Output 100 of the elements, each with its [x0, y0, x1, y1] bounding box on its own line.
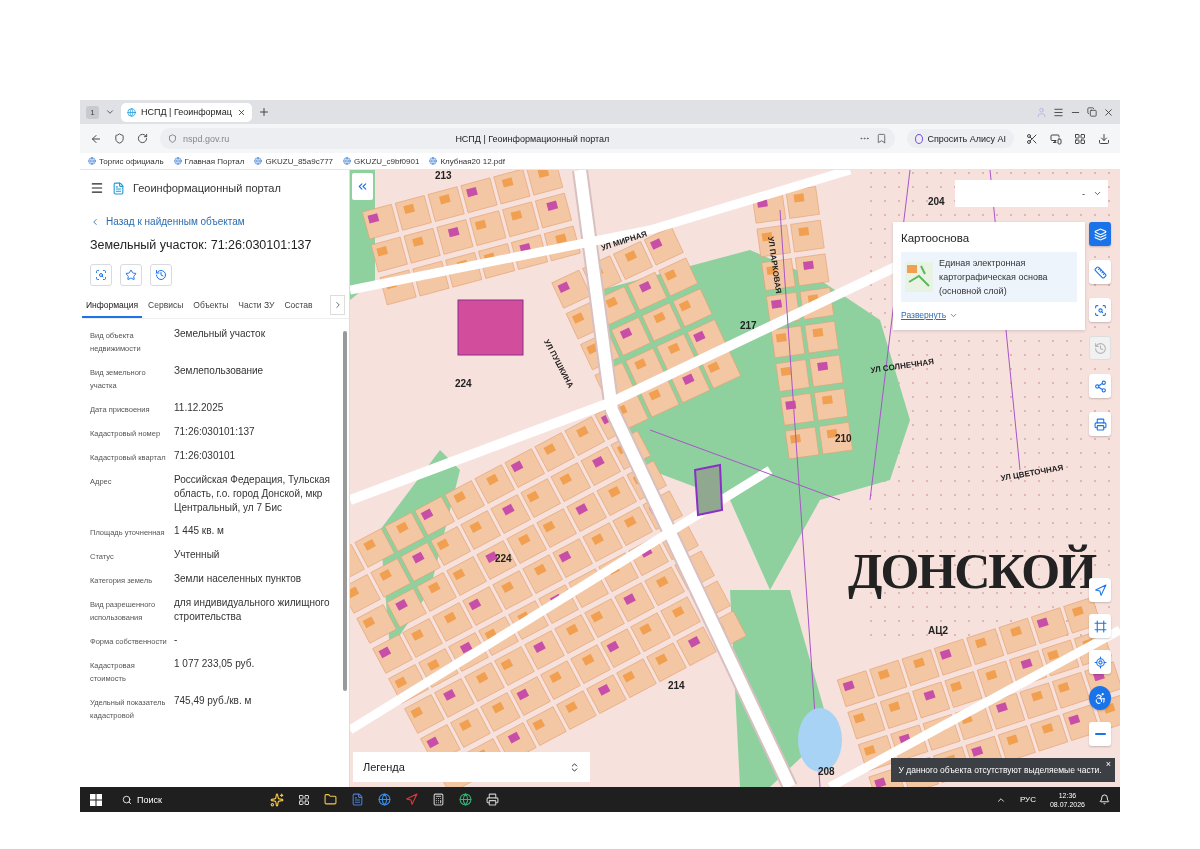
- new-tab-icon[interactable]: [257, 106, 270, 118]
- shield-icon: [168, 134, 177, 143]
- bookmark-link[interactable]: Главная Портал: [173, 156, 245, 166]
- map-label: 224: [455, 378, 472, 389]
- accessibility-icon: [1093, 691, 1107, 705]
- zoom-out-button[interactable]: [1089, 722, 1111, 746]
- double-chevron-left-icon: [356, 180, 369, 193]
- property-value: 1 445 кв. м: [174, 524, 225, 538]
- frame-button[interactable]: [1089, 614, 1111, 638]
- menu-icon[interactable]: [90, 181, 104, 195]
- notification-icon[interactable]: [1099, 794, 1110, 805]
- bookmark-icon[interactable]: [876, 133, 888, 144]
- info-tab[interactable]: Объекты: [189, 295, 233, 318]
- locate-object-button[interactable]: [90, 264, 112, 286]
- star-icon: [125, 269, 137, 281]
- layer-card[interactable]: Единая электронная картографическая основа (основной слой): [901, 252, 1077, 302]
- map-label: 214: [668, 680, 685, 691]
- area-search-button[interactable]: [1089, 298, 1111, 322]
- street-label: УЛ СОЛНЕЧНАЯ: [870, 357, 935, 375]
- info-tab[interactable]: Сервисы: [144, 295, 188, 318]
- taskbar-search-field[interactable]: Поиск: [137, 794, 217, 805]
- history-icon: [155, 269, 167, 281]
- sparkle-icon[interactable]: [270, 792, 284, 807]
- property-value: Учтенный: [174, 548, 221, 562]
- globe-icon: [343, 157, 352, 165]
- share-icon: [1093, 379, 1107, 393]
- printer-icon[interactable]: [486, 793, 499, 806]
- info-tab[interactable]: Информация: [82, 295, 143, 318]
- layers-button[interactable]: [1089, 222, 1111, 246]
- history-button[interactable]: [150, 264, 172, 286]
- chevron-down-icon[interactable]: [105, 107, 115, 117]
- property-value: Земельный участок: [174, 327, 266, 341]
- browser-tab[interactable]: НСПД | Геоинформац: [121, 102, 252, 122]
- expand-link[interactable]: Развернуть: [901, 310, 959, 320]
- street-label: УЛ ПАРКОВАЯ: [766, 236, 783, 295]
- locate-icon: [1093, 655, 1107, 669]
- back-icon[interactable]: [90, 132, 102, 145]
- panel-title: Картооснова: [901, 232, 971, 244]
- ask-assistant-button[interactable]: Спросить Алису AI: [907, 129, 1014, 148]
- bookmark-link[interactable]: Клубная20 12.pdf: [429, 156, 505, 166]
- locate-button[interactable]: [1089, 650, 1111, 674]
- scrollbar[interactable]: [343, 331, 347, 691]
- area-search-icon: [1093, 303, 1107, 317]
- close-icon[interactable]: [1103, 106, 1114, 118]
- property-value: 71:26:030101: [174, 449, 237, 463]
- print-icon: [1093, 417, 1107, 431]
- task-view-icon[interactable]: [298, 793, 310, 806]
- calculator-icon[interactable]: [432, 793, 445, 806]
- layer-select[interactable]: -: [955, 180, 1108, 207]
- globe-icon: [173, 157, 182, 165]
- globe-icon: [127, 107, 136, 117]
- map-label: 213: [435, 170, 452, 181]
- devices-icon[interactable]: [1050, 132, 1062, 145]
- info-tab[interactable]: Состав: [280, 295, 317, 318]
- folder-icon[interactable]: [324, 793, 337, 806]
- property-value: 71:26:030101:137: [174, 425, 256, 439]
- close-icon[interactable]: [236, 107, 246, 117]
- download-icon[interactable]: [1098, 132, 1110, 145]
- property-value: Земли населенных пунктов: [174, 572, 303, 586]
- share-button[interactable]: [1089, 374, 1111, 398]
- bookmark-link[interactable]: GKUZU_85a9c777: [254, 156, 334, 166]
- grid-icon[interactable]: [1074, 132, 1086, 145]
- property-value: Российская Федерация, Тульская область, г.о. город Донской, мкр Центральный, ул 7 Бис: [174, 473, 331, 515]
- bookmark-link[interactable]: GKUZU_c9bf0901: [343, 156, 420, 166]
- address-bar[interactable]: nspd.gov.ru НСПД | Геоинформационный портал: [160, 128, 896, 149]
- restore-icon[interactable]: [1087, 107, 1097, 117]
- ruler-button[interactable]: [1089, 260, 1111, 284]
- reload-icon[interactable]: [137, 133, 148, 144]
- menu-icon[interactable]: [1053, 106, 1064, 118]
- layer-name: Единая электронная картографическая основа (основной слой): [939, 257, 1049, 298]
- shield-icon[interactable]: [114, 133, 125, 144]
- property-value: для индивидуального жилищного строительства: [174, 596, 331, 624]
- map-label: 204: [928, 196, 945, 207]
- town-label: ДОНСКОЙ: [848, 542, 1096, 600]
- arrow-icon[interactable]: [405, 793, 418, 806]
- history-icon: [1093, 341, 1107, 355]
- tab-counter[interactable]: 1: [86, 105, 99, 119]
- property-value: -: [174, 633, 179, 647]
- print-button[interactable]: [1089, 412, 1111, 436]
- frame-icon: [1093, 619, 1107, 633]
- globe-icon: [88, 157, 96, 165]
- legend-select[interactable]: Легенда: [353, 752, 590, 782]
- favorite-button[interactable]: [120, 264, 142, 286]
- info-tab[interactable]: Части ЗУ: [234, 295, 279, 318]
- url-text: nspd.gov.ru: [183, 133, 230, 144]
- scissors-icon[interactable]: [1026, 132, 1038, 145]
- language-indicator[interactable]: РУС: [1019, 795, 1036, 804]
- back-link[interactable]: Назад к найденным объектам: [90, 216, 245, 227]
- property-value: 745,49 руб./кв. м: [174, 694, 253, 708]
- toast-close-button[interactable]: ×: [1105, 759, 1111, 769]
- windows-logo-icon[interactable]: [90, 793, 102, 806]
- document-icon[interactable]: [351, 793, 364, 806]
- globe-icon[interactable]: [378, 793, 391, 806]
- bookmark-link[interactable]: Торгис официаль: [88, 156, 164, 166]
- globe-icon: [254, 157, 263, 165]
- object-heading: Земельный участок: 71:26:030101:137: [90, 238, 313, 252]
- globe-icon[interactable]: [459, 793, 472, 806]
- map-label: 208: [818, 766, 835, 777]
- scan-search-icon: [95, 269, 107, 281]
- collapse-panel-button[interactable]: [352, 173, 373, 200]
